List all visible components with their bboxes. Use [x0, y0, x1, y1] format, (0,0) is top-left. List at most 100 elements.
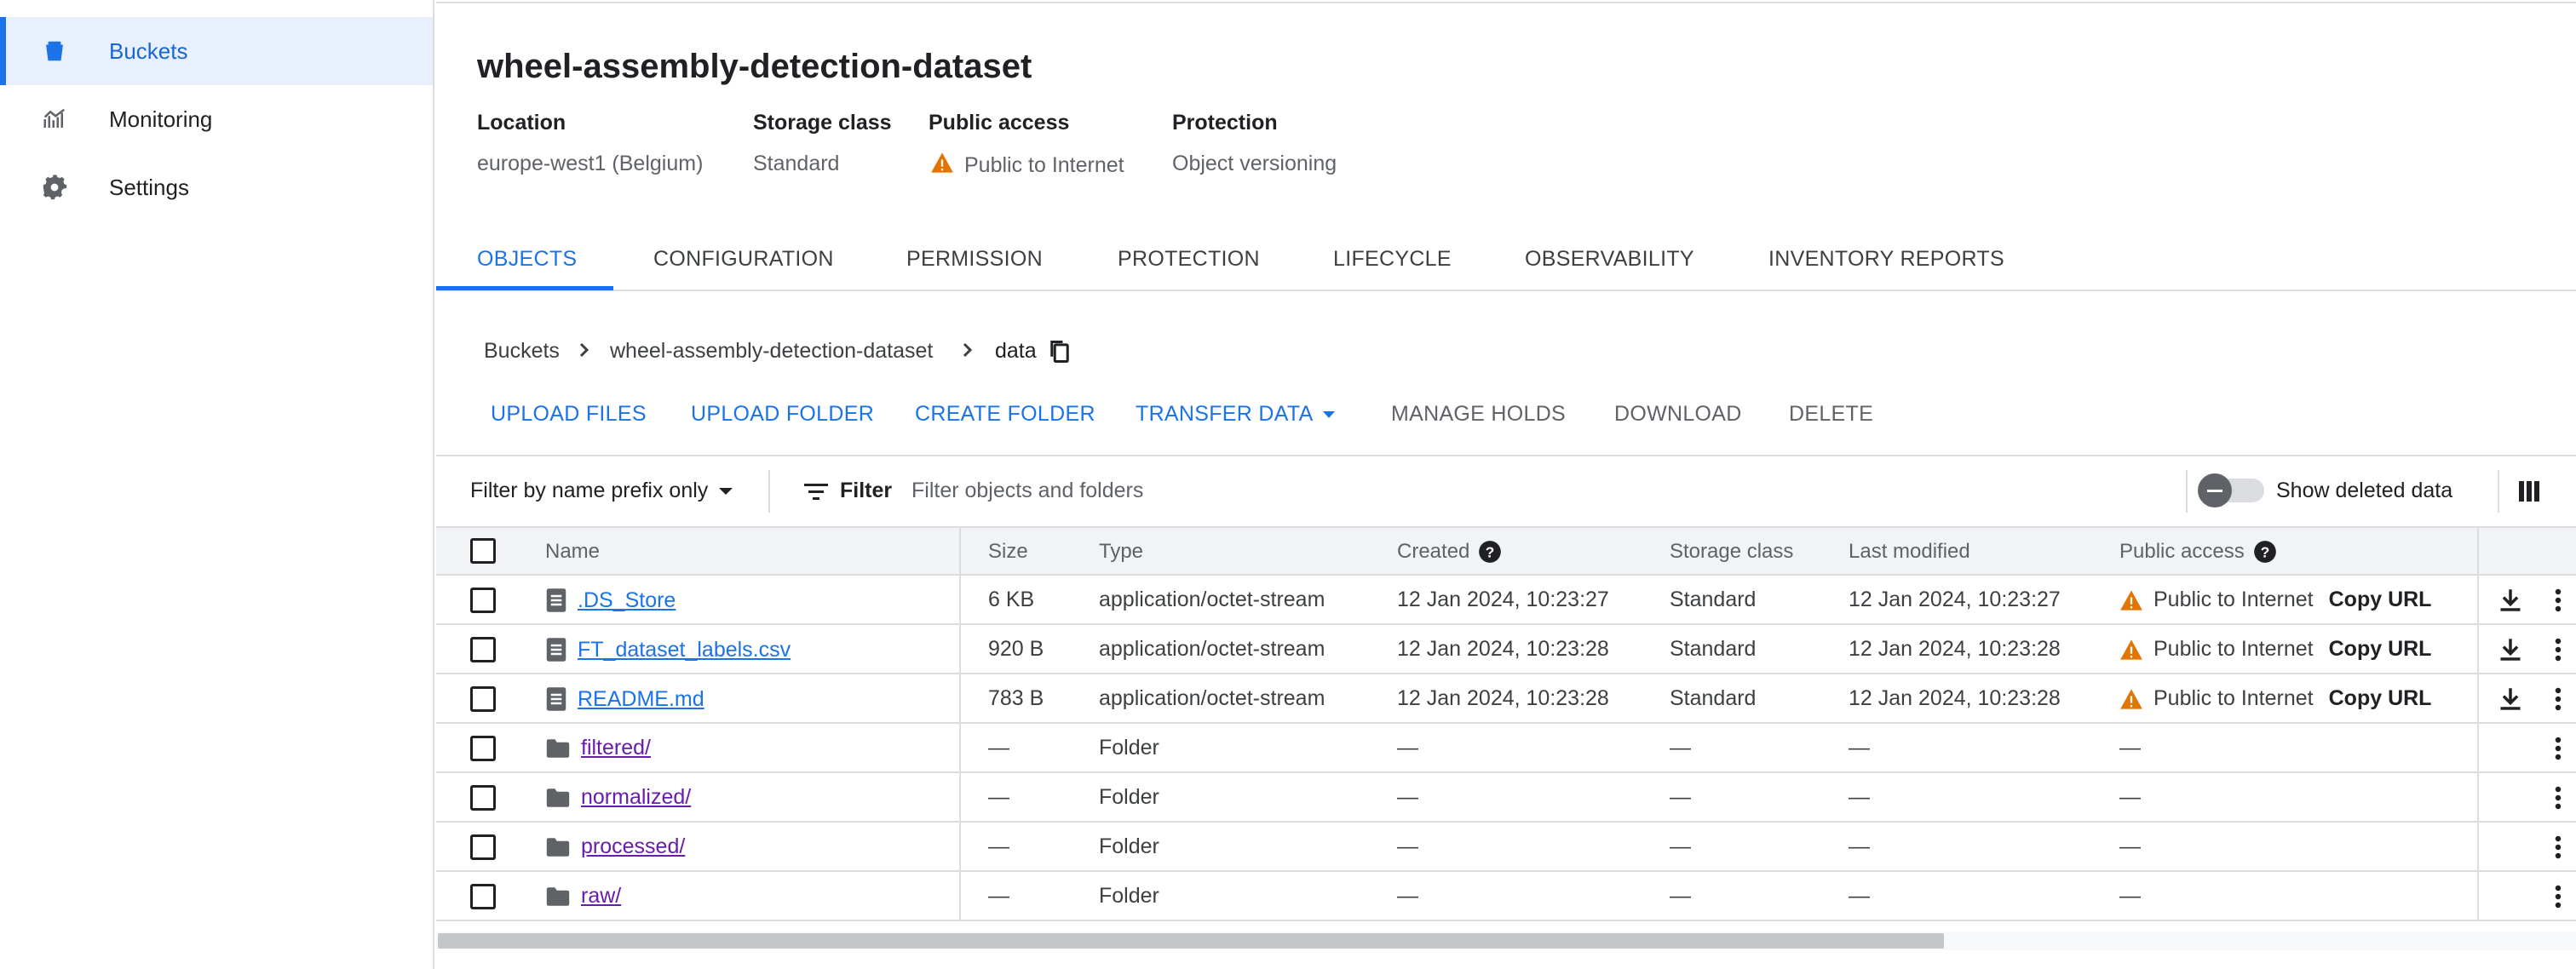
svg-text:?: ? — [2260, 543, 2269, 560]
public-access-label: Public access — [929, 111, 1070, 135]
row-checkbox[interactable] — [470, 785, 496, 811]
copy-url-button[interactable]: Copy URL — [2329, 637, 2432, 662]
upload-folder-button[interactable]: UPLOAD FOLDER — [691, 402, 874, 427]
header-type[interactable]: Type — [1099, 540, 1143, 564]
header-size[interactable]: Size — [988, 540, 1028, 564]
tab-lifecycle[interactable]: LIFECYCLE — [1333, 247, 1452, 272]
show-deleted-toggle[interactable] — [2198, 473, 2264, 507]
help-icon[interactable]: ? — [2253, 540, 2277, 564]
type-cell: application/octet-stream — [1099, 637, 1325, 661]
row-checkbox[interactable] — [470, 884, 496, 909]
upload-files-button[interactable]: UPLOAD FILES — [491, 402, 647, 427]
more-actions-icon[interactable] — [2544, 882, 2573, 911]
tab-bar: OBJECTS CONFIGURATION PERMISSION PROTECT… — [436, 230, 2576, 291]
storage-class-cell: Standard — [1670, 686, 1757, 710]
tab-permission[interactable]: PERMISSION — [906, 247, 1043, 272]
header-storage-class[interactable]: Storage class — [1670, 540, 1793, 564]
breadcrumb-bucket[interactable]: wheel-assembly-detection-dataset — [610, 339, 933, 364]
help-icon[interactable]: ? — [1478, 540, 1502, 564]
copy-icon[interactable] — [1048, 339, 1072, 364]
row-checkbox[interactable] — [470, 686, 496, 712]
object-name-link[interactable]: filtered/ — [581, 736, 651, 760]
storage-class-cell: — — [1670, 736, 1691, 760]
show-deleted-label: Show deleted data — [2276, 479, 2453, 502]
object-name-link[interactable]: .DS_Store — [578, 588, 676, 613]
filter-input[interactable] — [911, 473, 1678, 507]
folder-icon — [545, 886, 571, 907]
table-header: Name Size Type Created ? Storage class L… — [436, 526, 2576, 576]
object-name-link[interactable]: raw/ — [581, 884, 621, 909]
tab-objects[interactable]: OBJECTS — [477, 247, 577, 272]
header-created[interactable]: Created ? — [1397, 540, 1502, 564]
type-cell: Folder — [1099, 834, 1159, 858]
more-actions-icon[interactable] — [2544, 635, 2573, 664]
copy-url-button[interactable]: Copy URL — [2329, 686, 2432, 711]
object-name-link[interactable]: processed/ — [581, 834, 685, 859]
sidebar-item-monitoring[interactable]: Monitoring — [0, 85, 433, 153]
name-cell: filtered/ — [545, 736, 651, 760]
tab-protection[interactable]: PROTECTION — [1118, 247, 1260, 272]
type-cell: Folder — [1099, 785, 1159, 809]
public-access-cell: — — [2119, 884, 2141, 908]
divider — [2498, 470, 2499, 513]
select-all-checkbox[interactable] — [470, 538, 496, 564]
size-cell: 920 B — [988, 637, 1044, 661]
download-icon[interactable] — [2496, 685, 2525, 714]
table-row[interactable]: normalized/ — Folder — — — — — [436, 773, 2576, 823]
object-name-link[interactable]: FT_dataset_labels.csv — [578, 638, 791, 662]
size-cell: 783 B — [988, 686, 1044, 710]
tab-configuration[interactable]: CONFIGURATION — [653, 247, 834, 272]
header-last-modified[interactable]: Last modified — [1849, 540, 1970, 564]
table-row[interactable]: .DS_Store 6 KB application/octet-stream 12 … — [436, 576, 2576, 625]
more-actions-icon[interactable] — [2544, 783, 2573, 812]
sidebar-item-buckets[interactable]: Buckets — [0, 17, 433, 85]
filter-mode-dropdown[interactable]: Filter by name prefix only — [470, 479, 733, 503]
storage-class-label: Storage class — [753, 111, 892, 135]
created-cell: 12 Jan 2024, 10:23:28 — [1397, 686, 1609, 710]
transfer-data-button[interactable]: TRANSFER DATA — [1136, 402, 1336, 427]
more-actions-icon[interactable] — [2544, 833, 2573, 862]
header-name[interactable]: Name — [545, 540, 600, 564]
public-access-value: Public to Internet — [930, 152, 1124, 180]
sidebar-item-settings[interactable]: Settings — [0, 153, 433, 221]
table-row[interactable]: raw/ — Folder — — — — — [436, 872, 2576, 921]
column-display-icon[interactable] — [2518, 480, 2540, 502]
row-checkbox[interactable] — [470, 637, 496, 662]
top-divider — [436, 0, 2576, 3]
storage-class-value: Standard — [753, 152, 840, 175]
more-actions-icon[interactable] — [2544, 685, 2573, 714]
copy-url-button[interactable]: Copy URL — [2329, 588, 2432, 612]
row-checkbox[interactable] — [470, 834, 496, 860]
object-name-link[interactable]: normalized/ — [581, 785, 691, 810]
download-icon[interactable] — [2496, 586, 2525, 615]
download-button[interactable]: DOWNLOAD — [1614, 402, 1742, 427]
filter-button[interactable]: Filter — [804, 479, 892, 503]
sidebar-item-label: Settings — [109, 174, 189, 200]
manage-holds-button[interactable]: MANAGE HOLDS — [1391, 402, 1566, 427]
last-modified-cell: 12 Jan 2024, 10:23:28 — [1849, 637, 2061, 661]
table-row[interactable]: README.md 783 B application/octet-stream 12… — [436, 674, 2576, 724]
storage-class-cell: Standard — [1670, 588, 1757, 611]
row-checkbox[interactable] — [470, 588, 496, 613]
header-public-access[interactable]: Public access ? — [2119, 540, 2277, 564]
tab-inventory-reports[interactable]: INVENTORY REPORTS — [1768, 247, 2004, 272]
breadcrumb-buckets[interactable]: Buckets — [484, 339, 560, 364]
table-row[interactable]: processed/ — Folder — — — — — [436, 823, 2576, 872]
protection-value: Object versioning — [1172, 152, 1337, 175]
created-cell: — — [1397, 736, 1418, 760]
public-access-cell: — — [2119, 785, 2141, 809]
create-folder-button[interactable]: CREATE FOLDER — [915, 402, 1095, 427]
object-name-link[interactable]: README.md — [578, 687, 704, 712]
download-icon[interactable] — [2496, 635, 2525, 664]
table-row[interactable]: FT_dataset_labels.csv 920 B application/oc… — [436, 625, 2576, 674]
delete-button[interactable]: DELETE — [1789, 402, 1873, 427]
row-checkbox[interactable] — [470, 736, 496, 761]
table-row[interactable]: filtered/ — Folder — — — — — [436, 724, 2576, 773]
sidebar-item-label: Monitoring — [109, 106, 213, 132]
tab-observability[interactable]: OBSERVABILITY — [1525, 247, 1694, 272]
storage-class-cell: — — [1670, 785, 1691, 809]
horizontal-scrollbar-thumb[interactable] — [438, 933, 1944, 949]
more-actions-icon[interactable] — [2544, 734, 2573, 763]
public-access-cell: Public to Internet Copy URL — [2119, 686, 2431, 711]
more-actions-icon[interactable] — [2544, 586, 2573, 615]
